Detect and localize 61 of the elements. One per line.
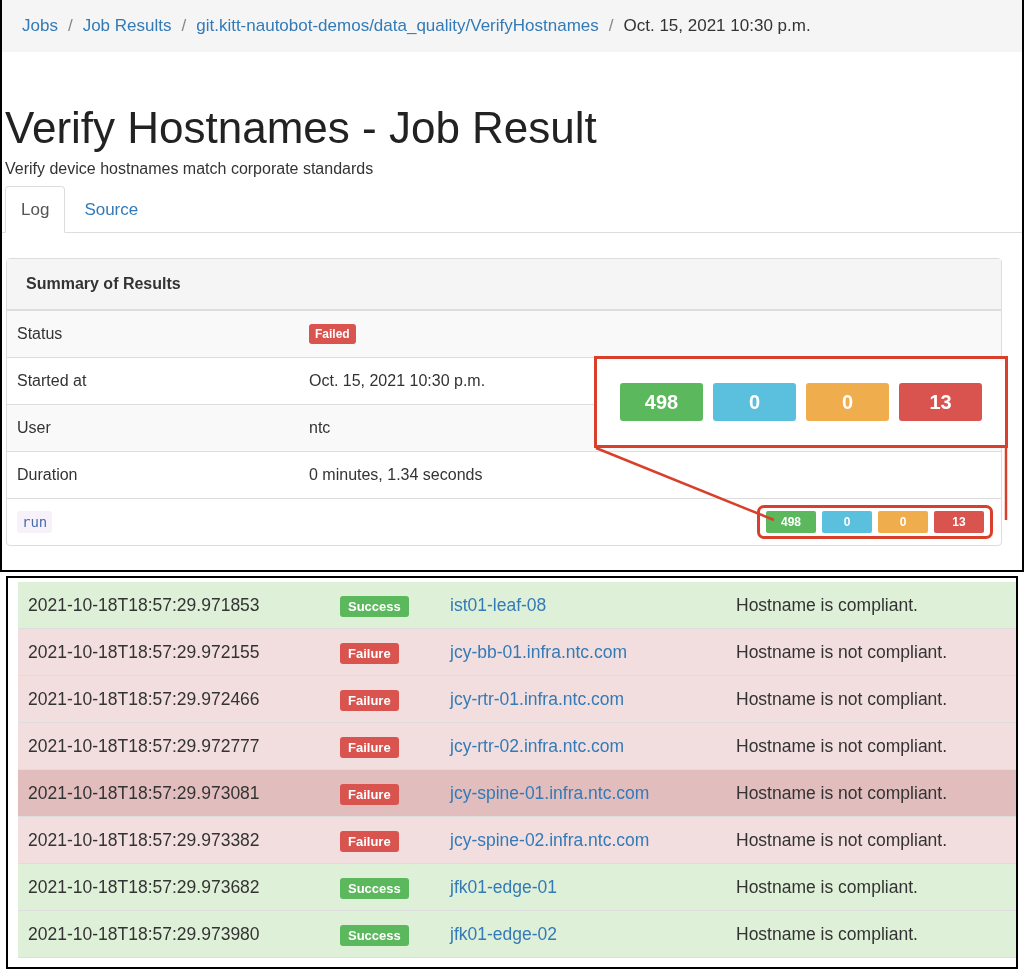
breadcrumb-current: Oct. 15, 2021 10:30 p.m. [623, 16, 811, 36]
log-message: Hostname is compliant. [736, 923, 918, 945]
summary-label: Status [17, 325, 64, 343]
page-description: Verify device hostnames match corporate standards [5, 160, 375, 178]
status-label: Success [340, 924, 409, 946]
breadcrumb-link[interactable]: git.kitt-nautobot-demos/data_quality/VerifyHostnames [196, 16, 599, 36]
count-label: 498 [766, 511, 816, 533]
status-label: Success [340, 877, 409, 899]
status-label: Failure [340, 689, 399, 711]
timestamp: 2021-10-18T18:57:29.973382 [27, 829, 261, 851]
status-label: Failure [340, 783, 399, 805]
status-label: Success [340, 595, 409, 617]
log-message: Hostname is not compliant. [736, 735, 948, 757]
summary-label: Started at [17, 372, 88, 390]
log-message: Hostname is not compliant. [736, 782, 948, 804]
log-message: Hostname is compliant. [736, 594, 918, 616]
summary-label: User [17, 419, 52, 437]
code-label: run [17, 511, 53, 533]
timestamp: 2021-10-18T18:57:29.972466 [27, 688, 261, 710]
status-label: Failure [340, 830, 399, 852]
summary-label: Duration [17, 466, 79, 484]
count-label: 0 [806, 383, 889, 421]
count-label: 0 [822, 511, 872, 533]
panel-heading: Summary of Results [26, 275, 181, 293]
status-label: Failed [309, 324, 356, 344]
breadcrumb-link[interactable]: Job Results [82, 16, 172, 36]
summary-value: Oct. 15, 2021 10:30 p.m. [309, 372, 486, 390]
object-link[interactable]: jfk01-edge-02 [450, 923, 736, 945]
breadcrumb-separator: / [181, 16, 187, 36]
object-link[interactable]: jcy-rtr-02.infra.ntc.com [450, 735, 736, 757]
count-label: 0 [713, 383, 796, 421]
page-title: Verify Hostnames - Job Result [5, 104, 598, 152]
count-label: 13 [934, 511, 984, 533]
summary-value: 0 minutes, 1.34 seconds [309, 466, 483, 484]
timestamp: 2021-10-18T18:57:29.973081 [27, 782, 261, 804]
breadcrumb-link[interactable]: Jobs [22, 16, 58, 36]
timestamp: 2021-10-18T18:57:29.973682 [27, 876, 261, 898]
log-message: Hostname is not compliant. [736, 829, 948, 851]
count-label: 13 [899, 383, 982, 421]
log-message: Hostname is not compliant. [736, 688, 948, 710]
count-label: 0 [878, 511, 928, 533]
timestamp: 2021-10-18T18:57:29.972777 [27, 735, 261, 757]
object-link[interactable]: jcy-spine-01.infra.ntc.com [450, 782, 736, 804]
object-link[interactable]: jfk01-edge-01 [450, 876, 736, 898]
timestamp: 2021-10-18T18:57:29.971853 [27, 594, 261, 616]
object-link[interactable]: jcy-rtr-01.infra.ntc.com [450, 688, 736, 710]
log-message: Hostname is compliant. [736, 876, 918, 898]
tab[interactable]: Log [5, 186, 66, 233]
status-label: Failure [340, 642, 399, 664]
summary-value: ntc [309, 419, 331, 437]
breadcrumb-separator: / [67, 16, 73, 36]
timestamp: 2021-10-18T18:57:29.972155 [27, 641, 261, 663]
object-link[interactable]: jcy-spine-02.infra.ntc.com [450, 829, 736, 851]
log-message: Hostname is not compliant. [736, 641, 948, 663]
count-label: 498 [620, 383, 703, 421]
object-link[interactable]: ist01-leaf-08 [450, 594, 736, 616]
status-label: Failure [340, 736, 399, 758]
object-link[interactable]: jcy-bb-01.infra.ntc.com [450, 641, 736, 663]
tab[interactable]: Source [68, 186, 155, 233]
breadcrumb-separator: / [608, 16, 614, 36]
timestamp: 2021-10-18T18:57:29.973980 [27, 923, 261, 945]
